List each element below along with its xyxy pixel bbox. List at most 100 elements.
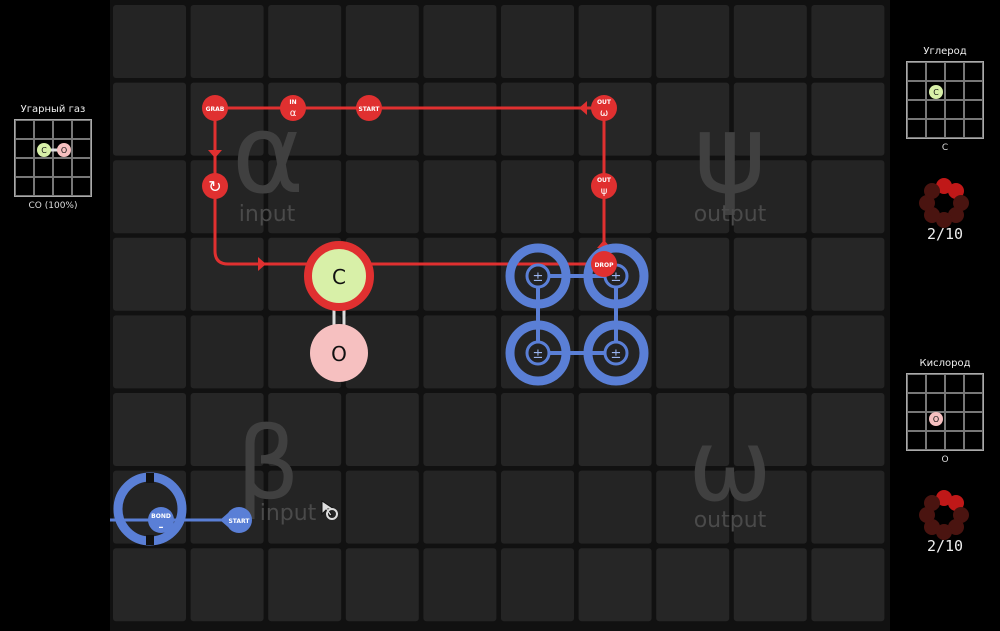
panel-caption: CO (100%) — [28, 201, 78, 211]
molecule-preview: O — [929, 412, 943, 426]
grid-cell[interactable] — [811, 470, 885, 544]
grid-cell[interactable] — [423, 393, 497, 466]
svg-text:OUT: OUT — [597, 99, 612, 106]
molecule-preview-grid[interactable]: C O — [14, 119, 92, 197]
input-panel-carbon-monoxide: Угарный газ C O CO (100%) — [14, 104, 92, 211]
blue-start-instruction[interactable]: START — [226, 507, 252, 533]
svg-text:IN: IN — [289, 99, 296, 106]
molecule-preview-grid[interactable]: O — [906, 373, 984, 451]
beta-zone-label: input — [260, 501, 317, 526]
game-board: α input β input ψ output ω output ± ± ± … — [110, 0, 969, 631]
grid-cell[interactable] — [190, 237, 264, 311]
grid-cell[interactable] — [190, 315, 264, 389]
grid-cell[interactable] — [268, 548, 342, 622]
grid-cell[interactable] — [423, 237, 497, 311]
grid-cell[interactable] — [345, 393, 419, 466]
grid-cell[interactable] — [268, 5, 342, 78]
svg-text:O: O — [61, 146, 67, 155]
grid-cell[interactable] — [811, 393, 885, 466]
grid-cell[interactable] — [811, 315, 885, 389]
grid-cell[interactable] — [345, 548, 419, 622]
grid-cell[interactable] — [345, 160, 419, 234]
grid-cell[interactable] — [811, 237, 885, 311]
grid-cell[interactable] — [190, 5, 264, 78]
red-start-instruction[interactable]: START — [356, 95, 382, 121]
grid-cell[interactable] — [501, 548, 574, 622]
grid-cell[interactable] — [578, 470, 652, 544]
output-omega-instruction[interactable]: OUT ω — [591, 95, 617, 121]
drop-instruction[interactable]: DROP — [591, 251, 617, 277]
svg-text:DROP: DROP — [594, 262, 614, 269]
rotate-icon: ↻ — [208, 177, 221, 196]
grab-instruction[interactable]: GRAB — [202, 95, 228, 121]
bonder-sign: ± — [533, 270, 544, 285]
grid-cell[interactable] — [733, 237, 807, 311]
grid-cell[interactable] — [113, 393, 186, 466]
grid-cell[interactable] — [423, 82, 497, 156]
input-alpha-instruction[interactable]: IN α — [280, 95, 306, 121]
molecule-preview: C — [929, 85, 943, 99]
svg-text:α: α — [290, 108, 297, 119]
grid-cell[interactable] — [501, 5, 574, 78]
grid-cell[interactable] — [423, 5, 497, 78]
grid-cell[interactable] — [345, 5, 419, 78]
grid-cell[interactable] — [811, 5, 885, 78]
grid-cell[interactable] — [578, 5, 652, 78]
grid-cell[interactable] — [113, 5, 186, 78]
output-panel-carbon: Углерод C C 2/10 — [906, 46, 984, 243]
panel-title: Угарный газ — [20, 104, 86, 115]
grid-cell[interactable] — [656, 5, 730, 78]
svg-text:–: – — [159, 522, 164, 533]
svg-text:C: C — [933, 88, 939, 97]
grid-cell[interactable] — [345, 82, 419, 156]
grid-cell[interactable] — [733, 315, 807, 389]
svg-text:OUT: OUT — [597, 177, 612, 184]
rotate-instruction[interactable]: ↻ — [202, 173, 228, 199]
panel-title: Углерод — [923, 46, 967, 57]
output-panel-oxygen: Кислород O O 2/10 — [906, 358, 984, 555]
alpha-zone-label: input — [239, 202, 296, 227]
svg-text:ψ: ψ — [601, 186, 608, 197]
grid-cell[interactable] — [578, 82, 652, 156]
svg-text:ω: ω — [600, 108, 608, 119]
grid-cell[interactable] — [656, 237, 730, 311]
output-counter: 2/10 — [926, 225, 964, 243]
svg-text:START: START — [358, 106, 380, 113]
psi-zone-glyph: ψ — [694, 90, 767, 218]
oxygen-atom-label: O — [331, 342, 347, 366]
grid-cell[interactable] — [423, 548, 497, 622]
grid-cell[interactable] — [656, 315, 730, 389]
grid-cell[interactable] — [113, 237, 186, 311]
panel-caption: O — [941, 455, 949, 465]
grid-cell[interactable] — [423, 160, 497, 234]
grid-cell[interactable] — [190, 548, 264, 622]
bonder-sign: ± — [533, 347, 544, 362]
grid-cell[interactable] — [578, 548, 652, 622]
grid-cell[interactable] — [423, 470, 497, 544]
grid-cell[interactable] — [501, 160, 574, 234]
molecule-preview: C O — [37, 143, 71, 157]
grid-cell[interactable] — [501, 82, 574, 156]
grid-cell[interactable] — [811, 548, 885, 622]
output-psi-instruction[interactable]: OUT ψ — [591, 173, 617, 199]
grid-cell[interactable] — [345, 470, 419, 544]
grid-cell[interactable] — [113, 160, 186, 234]
output-counter: 2/10 — [926, 537, 964, 555]
svg-text:O: O — [933, 415, 939, 424]
grid-cell[interactable] — [656, 548, 730, 622]
grid-cell[interactable] — [811, 82, 885, 156]
bond-instruction[interactable]: BOND – — [148, 507, 174, 533]
grid-cell[interactable] — [578, 160, 652, 234]
psi-zone-label: output — [694, 202, 767, 227]
grid-cell[interactable] — [113, 82, 186, 156]
grid-cell[interactable] — [113, 548, 186, 622]
grid-cell[interactable] — [578, 393, 652, 466]
grid-cell[interactable] — [501, 393, 574, 466]
grid-cell[interactable] — [811, 160, 885, 234]
grid-cell[interactable] — [113, 315, 186, 389]
grid-cell[interactable] — [501, 470, 574, 544]
grid-cell[interactable] — [733, 548, 807, 622]
grid-cell[interactable] — [423, 315, 497, 389]
molecule-preview-grid[interactable]: C — [906, 61, 984, 139]
grid-cell[interactable] — [733, 5, 807, 78]
